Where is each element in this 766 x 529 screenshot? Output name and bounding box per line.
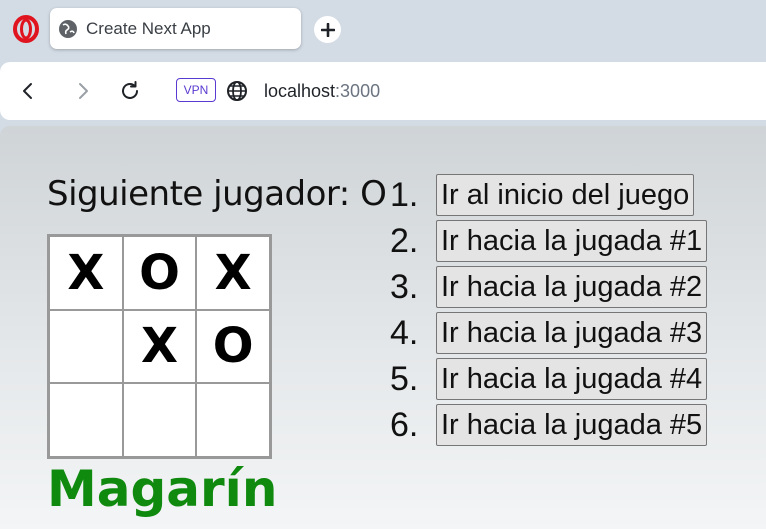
chevron-left-icon <box>23 83 32 99</box>
game-board: X O X X O <box>47 234 272 459</box>
reload-button[interactable] <box>118 79 142 103</box>
site-info-globe-icon[interactable] <box>225 79 249 103</box>
address-bar: VPN localhost:3000 <box>0 62 766 120</box>
opera-logo-icon[interactable] <box>12 15 40 43</box>
square-7[interactable] <box>122 383 197 457</box>
go-to-move-1-button[interactable]: Ir hacia la jugada #1 <box>436 220 708 262</box>
move-item: 5. Ir hacia la jugada #4 <box>390 356 708 402</box>
square-6[interactable] <box>49 383 123 457</box>
move-number: 2. <box>390 221 419 260</box>
globe-icon <box>59 19 77 38</box>
move-number: 1. <box>390 175 419 214</box>
game-status: Siguiente jugador: O <box>47 174 387 214</box>
url-field[interactable]: localhost:3000 <box>264 79 380 103</box>
go-to-move-2-button[interactable]: Ir hacia la jugada #2 <box>436 266 708 308</box>
tab-title: Create Next App <box>86 18 211 38</box>
move-number: 4. <box>390 313 419 352</box>
square-1[interactable]: O <box>122 236 197 310</box>
go-to-move-3-button[interactable]: Ir hacia la jugada #3 <box>436 312 708 354</box>
square-0[interactable]: X <box>49 236 123 310</box>
chevron-right-icon <box>79 83 88 99</box>
square-3[interactable] <box>49 309 123 384</box>
browser-tab[interactable]: Create Next App <box>50 8 301 49</box>
brand-name: Magarín <box>47 460 278 518</box>
square-4[interactable]: X <box>122 309 197 384</box>
move-item: 6. Ir hacia la jugada #5 <box>390 402 708 448</box>
url-port: :3000 <box>335 81 381 101</box>
reload-icon <box>122 81 138 99</box>
forward-button[interactable] <box>71 79 95 103</box>
go-to-move-4-button[interactable]: Ir hacia la jugada #4 <box>436 358 708 400</box>
move-number: 5. <box>390 359 419 398</box>
url-host: localhost <box>264 81 336 101</box>
go-to-start-button[interactable]: Ir al inicio del juego <box>436 174 695 216</box>
page-content: Siguiente jugador: O X O X X O Magarín 1… <box>0 126 766 529</box>
plus-icon <box>320 22 335 37</box>
square-2[interactable]: X <box>196 236 270 310</box>
move-number: 3. <box>390 267 419 306</box>
move-item: 2. Ir hacia la jugada #1 <box>390 218 708 264</box>
new-tab-button[interactable] <box>314 16 341 43</box>
move-history-list: 1. Ir al inicio del juego 2. Ir hacia la… <box>390 172 708 448</box>
square-8[interactable] <box>196 383 270 457</box>
move-item: 1. Ir al inicio del juego <box>390 172 707 218</box>
square-5[interactable]: O <box>196 309 270 384</box>
go-to-move-5-button[interactable]: Ir hacia la jugada #5 <box>436 404 708 446</box>
move-item: 4. Ir hacia la jugada #3 <box>390 310 708 356</box>
back-button[interactable] <box>16 79 40 103</box>
tab-strip: Create Next App <box>0 0 766 58</box>
vpn-badge[interactable]: VPN <box>176 78 216 102</box>
move-item: 3. Ir hacia la jugada #2 <box>390 264 708 310</box>
move-number: 6. <box>390 405 419 444</box>
